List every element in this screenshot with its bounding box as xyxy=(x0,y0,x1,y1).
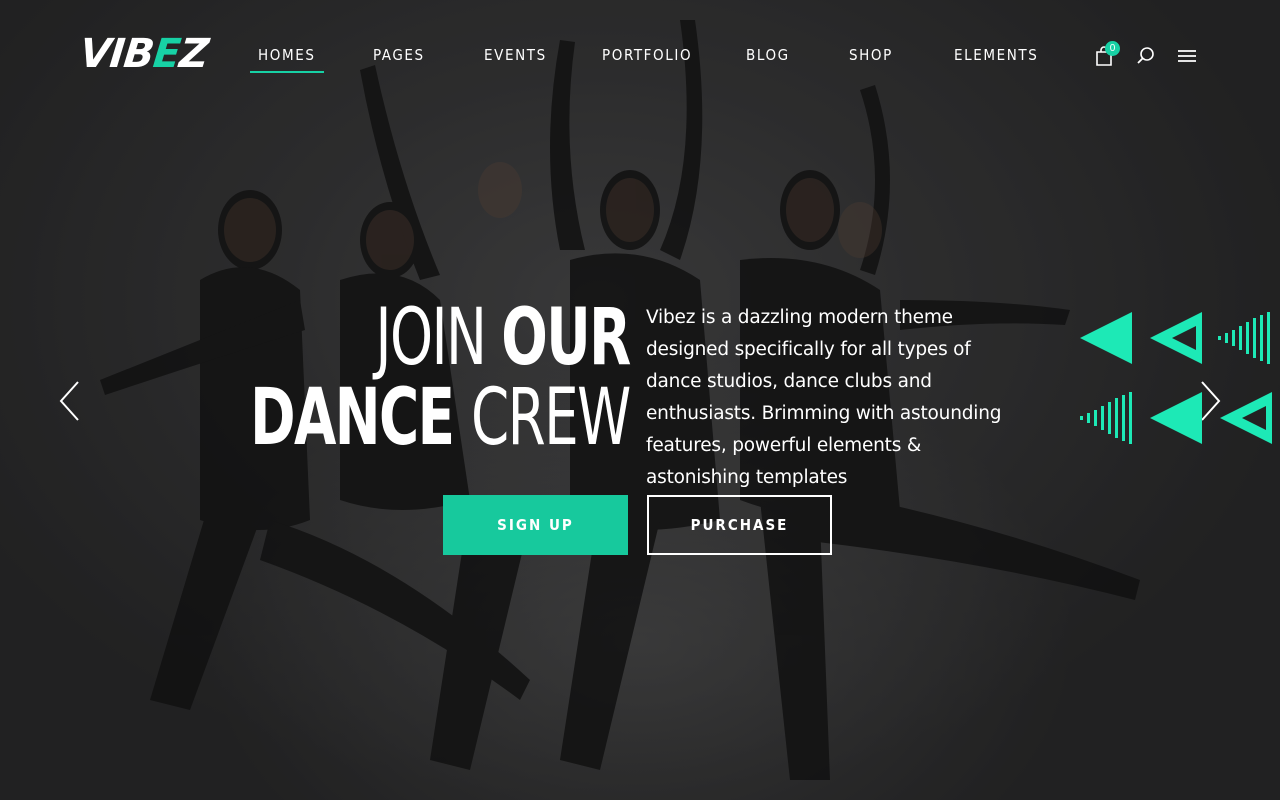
sign-up-button[interactable]: SIGN UP xyxy=(443,495,628,555)
nav-item-elements[interactable]: ELEMENTS xyxy=(954,40,1038,70)
chevron-left-icon[interactable] xyxy=(58,380,82,422)
nav-item-shop[interactable]: SHOP xyxy=(849,40,893,70)
hero-description: Vibez is a dazzling modern theme designe… xyxy=(646,307,1002,488)
hamburger-menu-icon[interactable] xyxy=(1175,44,1199,68)
nav-item-portfolio[interactable]: PORTFOLIO xyxy=(602,40,692,70)
headline-word-join: JOIN xyxy=(375,293,502,383)
nav-item-pages[interactable]: PAGES xyxy=(373,40,425,70)
headline-word-our: OUR xyxy=(501,293,632,383)
nav-item-homes[interactable]: HOMES xyxy=(250,40,323,73)
nav-item-events[interactable]: EVENTS xyxy=(484,40,547,70)
cart-count-badge: 0 xyxy=(1105,41,1120,56)
headline-word-crew: CREW xyxy=(471,373,631,463)
search-icon[interactable] xyxy=(1134,44,1158,68)
decorative-triangles-graphic xyxy=(1080,312,1272,444)
purchase-button[interactable]: PURCHASE xyxy=(647,495,832,555)
hero-headline: JOIN OUR DANCE CREW xyxy=(143,298,631,458)
headline-word-dance: DANCE xyxy=(250,373,472,463)
vibez-logo[interactable]: VIBEZ xyxy=(77,30,211,78)
nav-item-blog[interactable]: BLOG xyxy=(746,40,790,70)
